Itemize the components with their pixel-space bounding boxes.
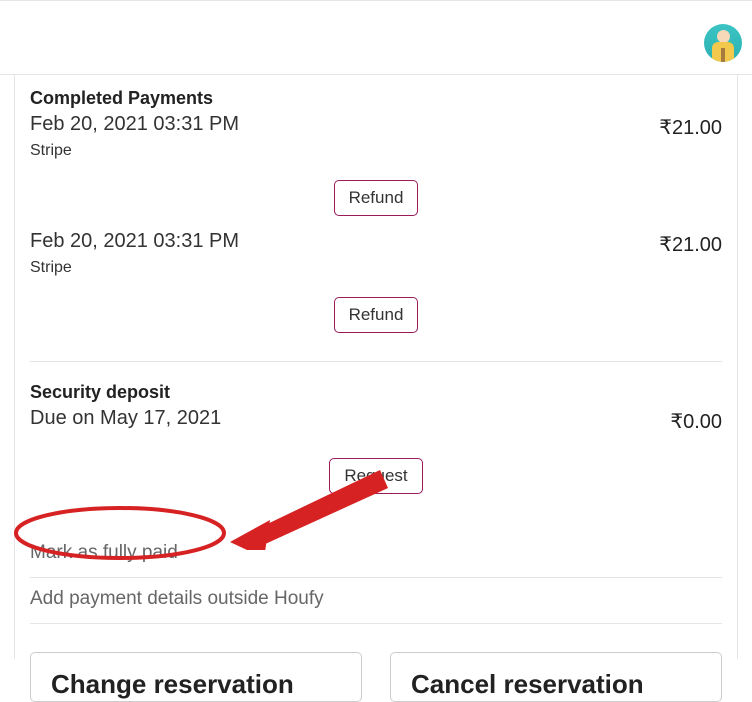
refund-button[interactable]: Refund: [334, 180, 419, 216]
reservation-actions: Change reservation Cancel reservation: [30, 652, 722, 702]
add-payment-details-link[interactable]: Add payment details outside Houfy: [30, 578, 722, 624]
deposit-row: Due on May 17, 2021 ₹0.00: [30, 407, 722, 430]
payment-date: Feb 20, 2021 03:31 PM: [30, 113, 722, 136]
payment-amount: ₹21.00: [659, 115, 722, 140]
mark-fully-paid-link[interactable]: Mark as fully paid: [30, 532, 722, 578]
payment-method: Stripe: [30, 142, 722, 160]
refund-button[interactable]: Refund: [334, 297, 419, 333]
payment-row: Feb 20, 2021 03:31 PM ₹21.00 Stripe: [30, 230, 722, 277]
cancel-reservation-button[interactable]: Cancel reservation: [390, 652, 722, 702]
avatar-tie-icon: [721, 48, 725, 62]
main-panel: Completed Payments Feb 20, 2021 03:31 PM…: [14, 75, 738, 659]
payment-amount: ₹21.00: [659, 232, 722, 257]
divider: [30, 361, 722, 362]
completed-payments-title: Completed Payments: [30, 88, 722, 109]
top-bar: [0, 0, 752, 75]
request-button[interactable]: Request: [329, 458, 422, 494]
payment-method: Stripe: [30, 259, 722, 277]
security-deposit-title: Security deposit: [30, 382, 722, 403]
deposit-due: Due on May 17, 2021: [30, 407, 722, 430]
payment-row: Feb 20, 2021 03:31 PM ₹21.00 Stripe: [30, 113, 722, 160]
change-reservation-button[interactable]: Change reservation: [30, 652, 362, 702]
payment-date: Feb 20, 2021 03:31 PM: [30, 230, 722, 253]
deposit-amount: ₹0.00: [670, 409, 722, 434]
avatar[interactable]: [704, 24, 742, 62]
